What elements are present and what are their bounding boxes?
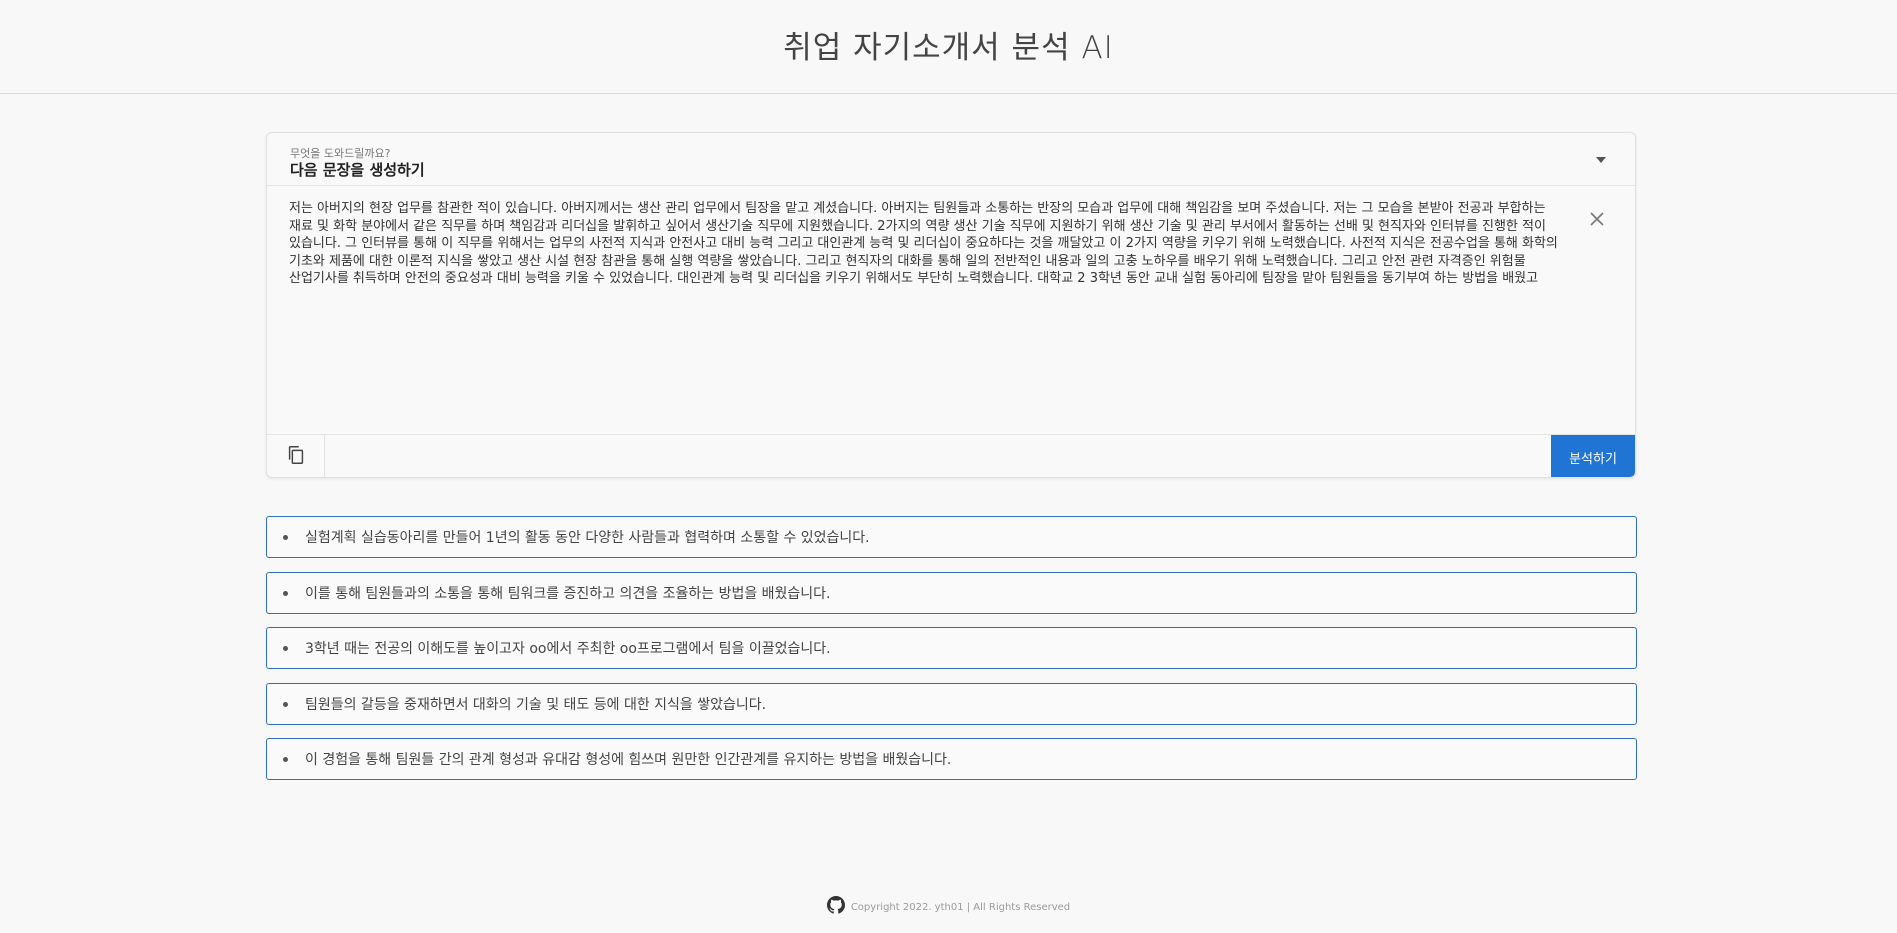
action-bar: 분석하기 bbox=[267, 434, 1635, 477]
bullet bbox=[283, 701, 288, 707]
task-select[interactable]: 무엇을 도와드릴까요? 다음 문장을 생성하기 bbox=[267, 133, 1635, 186]
result-item[interactable]: 팀원들의 갈등을 중재하면서 대화의 기술 및 태도 등에 대한 지식을 쌓았습… bbox=[266, 682, 1637, 725]
essay-textarea[interactable]: 저는 아버지의 현장 업무를 참관한 적이 있습니다. 아버지께서는 생산 관리… bbox=[289, 200, 1559, 288]
footer: Copyright 2022. yth01 | All Rights Reser… bbox=[0, 895, 1897, 919]
result-text: 이 경험을 통해 팀원들 간의 관계 형성과 유대감 형성에 힘쓰며 원만한 인… bbox=[305, 752, 952, 768]
copy-icon bbox=[285, 444, 307, 470]
bullet bbox=[283, 757, 288, 762]
chevron-down-icon[interactable] bbox=[1596, 157, 1606, 163]
result-item[interactable]: 이를 통해 팀원들과의 소통을 통해 팀워크를 증진하고 의견을 조율하는 방법… bbox=[266, 571, 1637, 614]
result-text: 팀원들의 갈등을 중재하면서 대화의 기술 및 태도 등에 대한 지식을 쌓았습… bbox=[305, 696, 767, 713]
footer-text: Copyright 2022. yth01 | All Rights Reser… bbox=[850, 901, 1071, 913]
select-value: 다음 문장을 생성하기 bbox=[290, 161, 425, 179]
header: 취업 자기소개서 분석 AI bbox=[0, 0, 1897, 94]
result-text: 3학년 때는 전공의 이해도를 높이고자 oo에서 주최한 oo프로그램에서 팀… bbox=[305, 641, 831, 657]
bullet bbox=[283, 535, 288, 540]
input-card: 무엇을 도와드릴까요? 다음 문장을 생성하기 저는 아버지의 현장 업무를 참… bbox=[266, 132, 1636, 478]
result-text: 이를 통해 팀원들과의 소통을 통해 팀워크를 증진하고 의견을 조율하는 방법… bbox=[305, 585, 831, 602]
result-list: 실험계획 실습동아리를 만들어 1년의 활동 동안 다양한 사람들과 협력하며 … bbox=[266, 516, 1637, 794]
result-item[interactable]: 실험계획 실습동아리를 만들어 1년의 활동 동안 다양한 사람들과 협력하며 … bbox=[266, 516, 1637, 558]
analyze-button[interactable]: 분석하기 bbox=[1551, 435, 1635, 477]
close-icon[interactable] bbox=[1585, 207, 1609, 231]
github-icon[interactable] bbox=[826, 896, 845, 918]
result-item[interactable]: 3학년 때는 전공의 이해도를 높이고자 oo에서 주최한 oo프로그램에서 팀… bbox=[266, 627, 1637, 669]
bullet bbox=[283, 646, 288, 651]
copy-button[interactable] bbox=[267, 435, 325, 477]
bullet bbox=[283, 590, 288, 596]
result-text: 실험계획 실습동아리를 만들어 1년의 활동 동안 다양한 사람들과 협력하며 … bbox=[305, 530, 870, 546]
result-item[interactable]: 이 경험을 통해 팀원들 간의 관계 형성과 유대감 형성에 힘쓰며 원만한 인… bbox=[266, 738, 1637, 780]
page-title: 취업 자기소개서 분석 AI bbox=[783, 30, 1114, 66]
